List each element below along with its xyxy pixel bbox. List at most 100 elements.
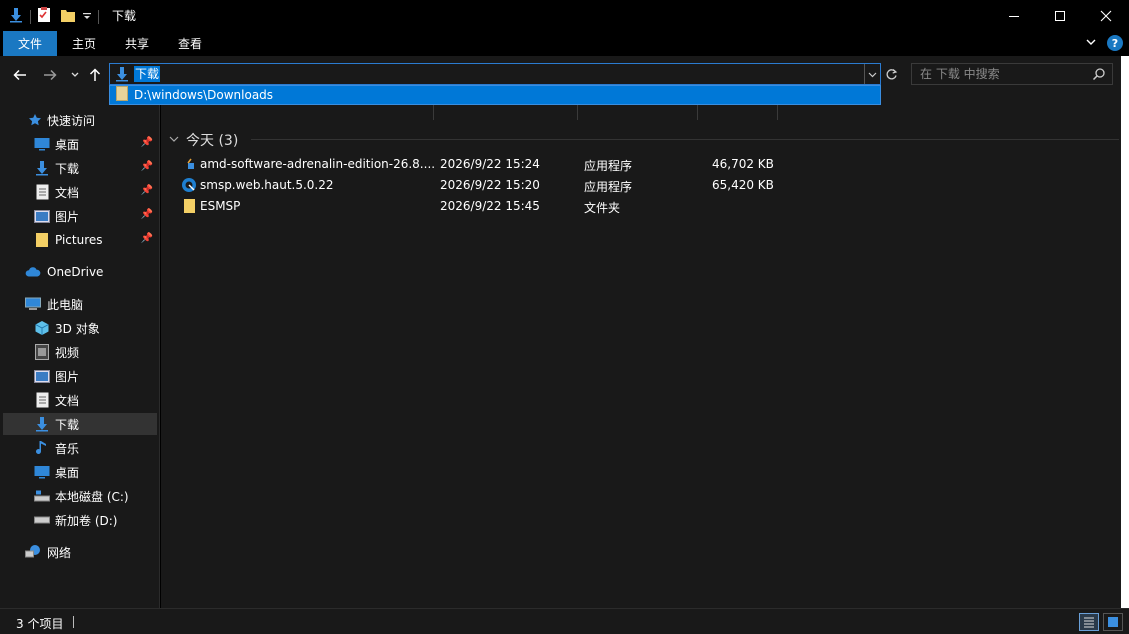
sidebar-item-desktop[interactable]: 桌面 — [3, 461, 157, 483]
search-icon — [1092, 67, 1106, 84]
sidebar-item-quick-downloads[interactable]: 下载 📌 — [3, 157, 157, 179]
file-type: 应用程序 — [584, 159, 633, 173]
refresh-icon — [886, 68, 897, 79]
search-box[interactable] — [911, 63, 1113, 85]
chevron-down-icon — [868, 72, 877, 77]
sidebar-item-downloads[interactable]: 下载 — [3, 413, 157, 435]
properties-icon[interactable] — [37, 7, 52, 26]
group-label: 今天 (3) — [186, 133, 239, 149]
computer-icon — [25, 296, 41, 312]
sidebar-item-label: 此电脑 — [47, 297, 84, 312]
file-list-pane: 名称 修改日期 类型 大小 今天 (3) amd-software-adrena… — [161, 94, 1129, 608]
back-button[interactable] — [10, 65, 30, 85]
sidebar-item-pictures[interactable]: 图片 — [3, 365, 157, 387]
sidebar-item-this-pc[interactable]: 此电脑 — [3, 293, 157, 315]
address-suggestion-item[interactable]: D:\windows\Downloads — [109, 85, 881, 105]
sidebar-item-drive-d[interactable]: 新加卷 (D:) — [3, 509, 157, 531]
view-switcher — [1079, 613, 1123, 631]
sidebar-item-quick-access[interactable]: 快速访问 — [3, 109, 157, 131]
large-icons-view-button[interactable] — [1103, 613, 1123, 631]
expand-ribbon-icon[interactable] — [1085, 36, 1097, 51]
sidebar-item-label: 视频 — [55, 345, 80, 360]
document-icon — [34, 392, 50, 408]
sidebar-item-label: Pictures — [55, 233, 103, 247]
quick-access-toolbar — [8, 7, 105, 26]
sidebar-item-label: 桌面 — [55, 465, 80, 480]
sidebar-item-label: 下载 — [55, 417, 80, 432]
file-name: smsp.web.haut.5.0.22 — [200, 178, 334, 192]
chevron-down-icon — [71, 72, 79, 77]
search-input[interactable] — [920, 66, 1090, 82]
sidebar-item-label: 文档 — [55, 393, 80, 408]
file-name: ESMSP — [200, 199, 241, 213]
address-text[interactable]: 下载 — [134, 66, 161, 82]
sidebar-item-label: 音乐 — [55, 441, 80, 456]
sidebar-item-network[interactable]: 网络 — [3, 541, 157, 563]
folder-icon — [34, 232, 50, 248]
details-view-icon — [1084, 617, 1094, 628]
3d-objects-icon — [34, 320, 50, 336]
group-divider — [251, 139, 1119, 140]
download-icon — [34, 416, 50, 432]
customize-toolbar-icon[interactable] — [82, 10, 92, 24]
pin-icon: 📌 — [140, 185, 153, 196]
tab-share[interactable]: 共享 — [112, 31, 162, 56]
tab-home[interactable]: 主页 — [59, 31, 109, 56]
file-row[interactable]: ESMSP 2026/9/22 15:45 文件夹 — [175, 196, 775, 217]
star-icon — [27, 112, 43, 128]
status-bar: 3 个项目 — [0, 608, 1129, 634]
network-icon — [25, 544, 41, 560]
sidebar-item-videos[interactable]: 视频 — [3, 341, 157, 363]
desktop-icon — [34, 136, 50, 152]
status-separator — [73, 616, 74, 628]
pin-icon: 📌 — [140, 137, 153, 148]
sidebar-item-quick-pictures-folder[interactable]: Pictures 📌 — [3, 229, 157, 251]
folder-icon — [116, 86, 128, 104]
forward-button[interactable] — [40, 65, 60, 85]
download-icon — [8, 7, 24, 26]
sidebar-item-3d-objects[interactable]: 3D 对象 — [3, 317, 157, 339]
maximize-button[interactable] — [1037, 0, 1083, 31]
file-type: 应用程序 — [584, 180, 633, 194]
sidebar-item-quick-documents[interactable]: 文档 📌 — [3, 181, 157, 203]
sidebar-item-drive-c[interactable]: 本地磁盘 (C:) — [3, 485, 157, 507]
new-folder-icon[interactable] — [60, 7, 76, 26]
details-view-button[interactable] — [1079, 613, 1099, 631]
sidebar-item-label: 新加卷 (D:) — [55, 513, 118, 528]
pin-icon: 📌 — [140, 161, 153, 172]
address-bar[interactable]: 下载 — [109, 63, 881, 85]
amd-installer-icon — [181, 156, 197, 172]
file-row[interactable]: smsp.web.haut.5.0.22 2026/9/22 15:20 应用程… — [175, 175, 775, 196]
sidebar-item-music[interactable]: 音乐 — [3, 437, 157, 459]
minimize-button[interactable] — [991, 0, 1037, 31]
refresh-button[interactable] — [882, 64, 900, 84]
address-dropdown-button[interactable] — [864, 64, 880, 84]
sidebar-item-quick-desktop[interactable]: 桌面 📌 — [3, 133, 157, 155]
help-icon[interactable]: ? — [1107, 35, 1123, 51]
sidebar-item-label: 桌面 — [55, 137, 80, 152]
file-row[interactable]: amd-software-adrenalin-edition-26.8.... … — [175, 154, 775, 175]
sidebar-item-quick-pictures[interactable]: 图片 📌 — [3, 205, 157, 227]
title-bar: 下载 — [0, 0, 1129, 31]
sidebar-item-label: 文档 — [55, 185, 80, 200]
file-size: 65,420 KB — [712, 178, 774, 192]
recent-locations-button[interactable] — [65, 65, 85, 85]
sidebar-item-label: 下载 — [55, 161, 80, 176]
arrow-up-icon — [89, 68, 101, 81]
drive-d-icon — [34, 512, 50, 528]
up-button[interactable] — [85, 65, 105, 85]
group-header-today[interactable]: 今天 (3) — [169, 130, 238, 150]
tab-file[interactable]: 文件 — [3, 31, 57, 56]
pictures-icon — [34, 368, 50, 384]
pictures-icon — [34, 208, 50, 224]
close-button[interactable] — [1083, 0, 1129, 31]
sidebar-item-documents[interactable]: 文档 — [3, 389, 157, 411]
navigation-pane: 快速访问 桌面 📌 下载 📌 文档 📌 图片 📌 Pictures 📌 OneD… — [0, 94, 160, 608]
sidebar-item-label: 本地磁盘 (C:) — [55, 489, 129, 504]
file-name: amd-software-adrenalin-edition-26.8.... — [200, 157, 436, 171]
sidebar-item-onedrive[interactable]: OneDrive — [3, 261, 157, 283]
file-modified: 2026/9/22 15:20 — [440, 178, 540, 192]
background-window-edge — [1121, 56, 1129, 608]
document-icon — [34, 184, 50, 200]
tab-view[interactable]: 查看 — [165, 31, 215, 56]
